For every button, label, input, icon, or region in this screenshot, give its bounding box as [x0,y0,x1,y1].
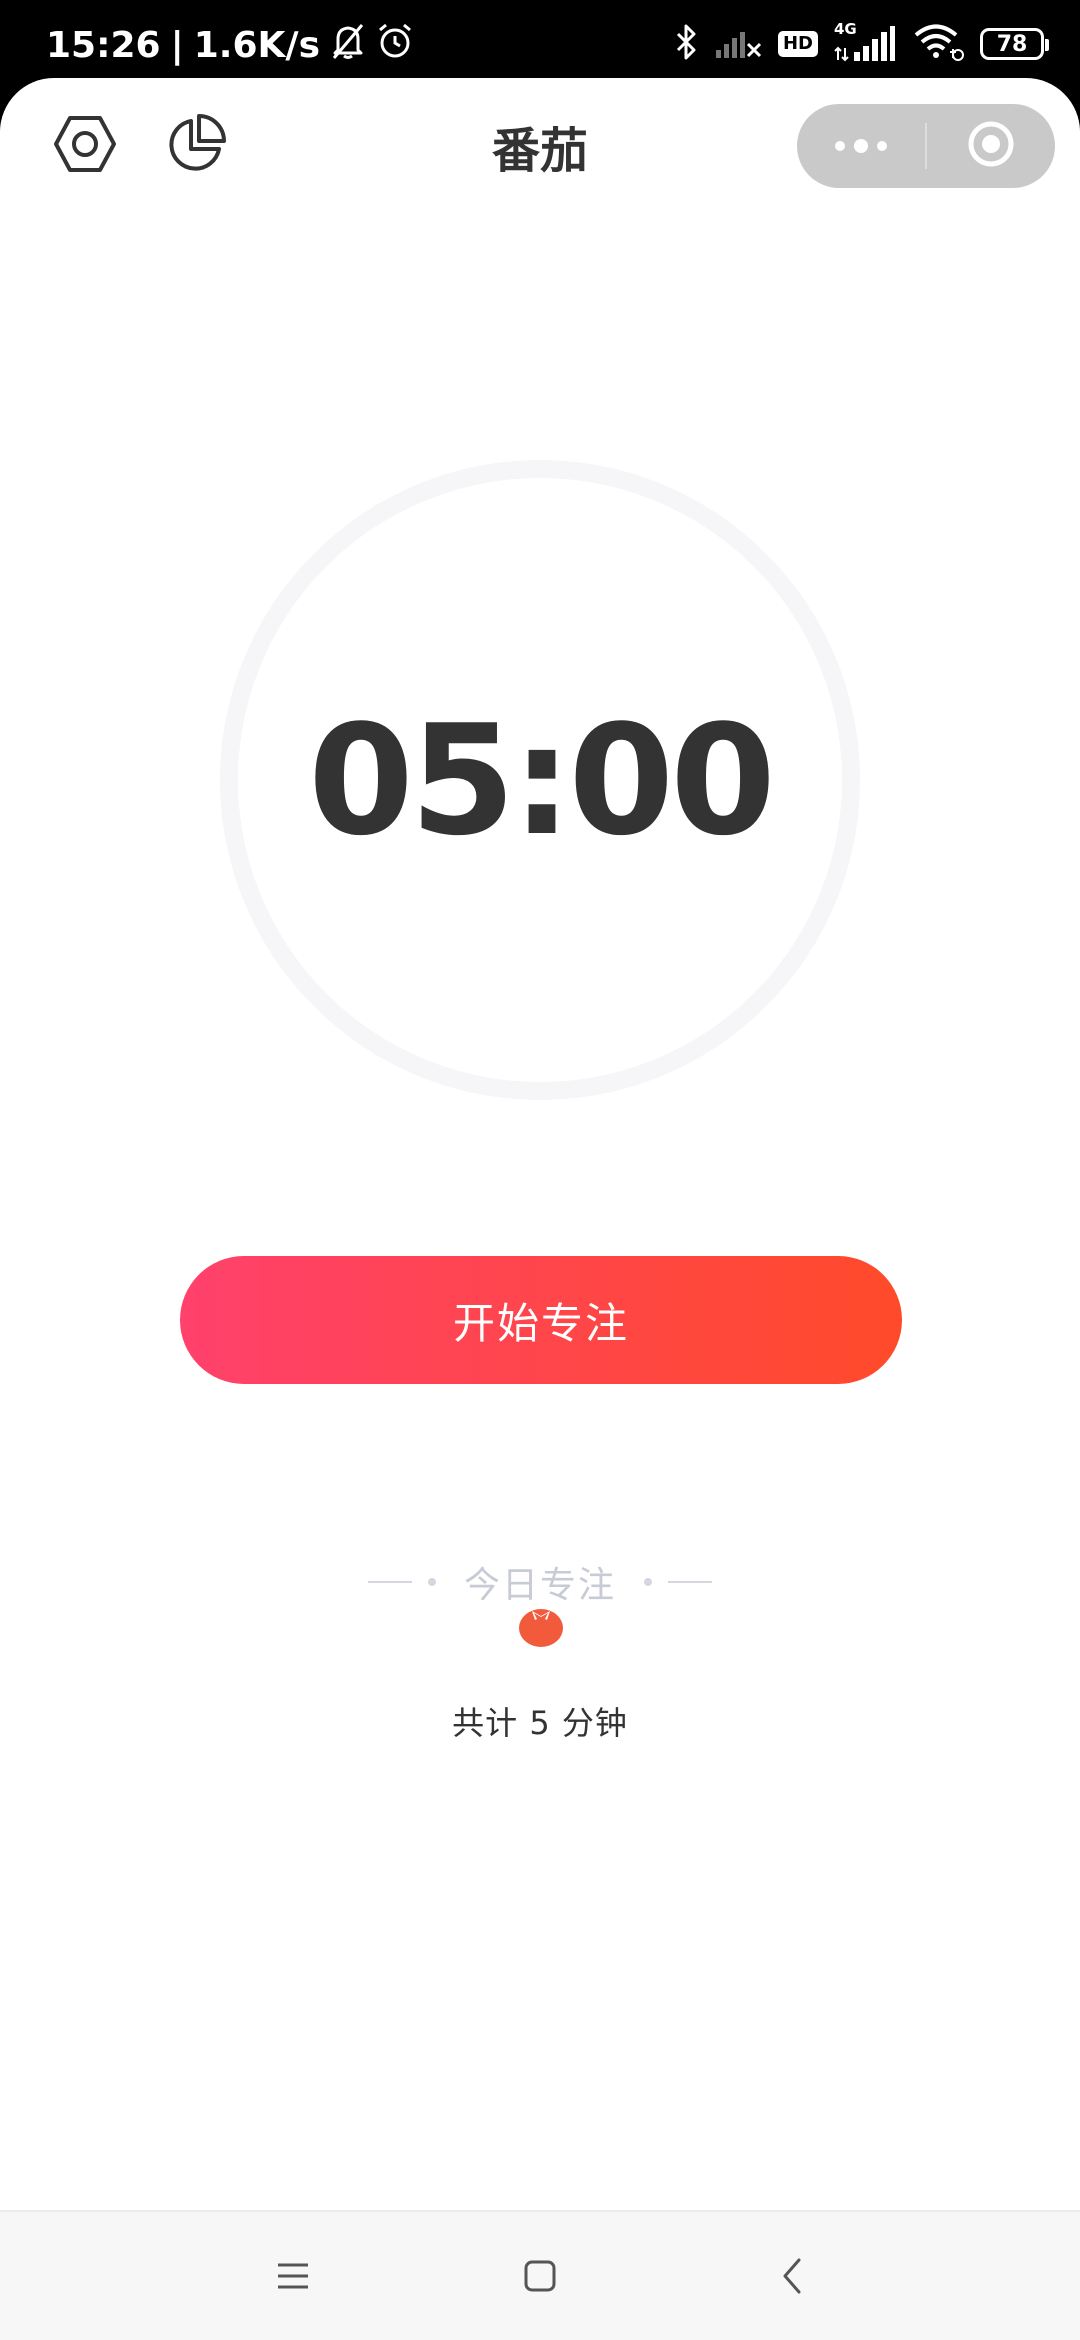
tomato-icon [516,1600,566,1650]
bell-off-icon [330,22,366,69]
status-right: HD 4G 78 [674,20,1049,66]
home-icon [523,2259,557,2297]
divider-dot-left [427,1578,436,1586]
app-page: 番茄 05:00 开始专注 今日专注 共计 5 分钟 [0,78,1080,2340]
menu-icon [276,2261,310,2295]
status-left: 15:26 | 1.6K/s [46,22,414,69]
more-dot-right [877,141,887,151]
screen: 15:26 | 1.6K/s HD 4G 78 番茄 05:00 开始专注 今日… [0,0,1080,2340]
wifi-icon [912,22,964,66]
back-button[interactable] [762,2248,822,2308]
network-speed: 1.6K/s [193,24,320,66]
close-target-icon [966,119,1016,173]
more-dot-center [854,139,868,153]
mini-program-capsule [797,104,1055,188]
battery-icon: 78 [980,28,1049,60]
back-icon [780,2257,804,2299]
more-button[interactable] [797,104,925,188]
bluetooth-icon [674,22,698,66]
signal-icon: 4G [834,20,896,64]
close-button[interactable] [927,104,1055,188]
hd-badge: HD [777,31,818,57]
today-total-text: 共计 5 分钟 [452,1704,628,1742]
more-dots-icon [835,141,845,151]
divider-line-right [668,1581,712,1583]
divider-line-left [367,1581,412,1583]
timer-display: 05:00 [308,691,776,869]
start-focus-button[interactable]: 开始专注 [180,1256,902,1384]
battery-level: 78 [996,31,1028,57]
system-nav-bar [0,2210,1080,2340]
status-time: 15:26 [46,24,161,66]
home-button[interactable] [510,2248,570,2308]
divider-dot-right [644,1578,652,1586]
status-separator: | [170,24,184,66]
alarm-icon [376,22,414,69]
menu-button[interactable] [263,2248,323,2308]
signal-x-icon [714,24,762,64]
status-bar: 15:26 | 1.6K/s HD 4G 78 [0,0,1080,84]
nav-bar: 番茄 [0,78,1080,212]
